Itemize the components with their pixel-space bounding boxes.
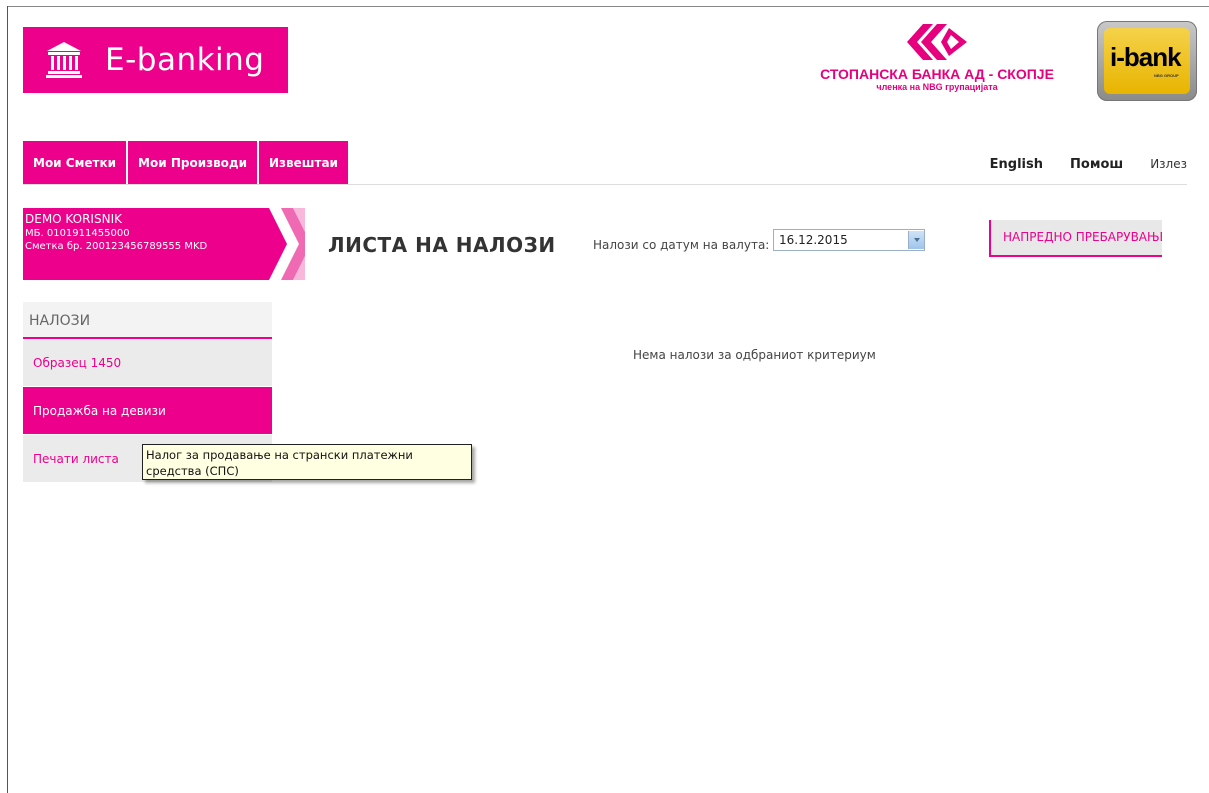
chevron-down-icon	[913, 238, 920, 242]
sidebar-heading: НАЛОЗИ	[23, 302, 272, 339]
tooltip: Налог за продавање на странски платежни …	[142, 444, 472, 480]
empty-orders-message: Нема налози за одбраниот критериум	[633, 348, 876, 362]
ebanking-logo[interactable]: E-banking	[23, 27, 288, 93]
top-links: English Помош Излез	[963, 157, 1187, 172]
ebanking-title: E-banking	[105, 42, 265, 78]
page-title: ЛИСТА НА НАЛОЗИ	[328, 233, 556, 257]
nav-divider	[23, 184, 1187, 185]
advanced-search-button[interactable]: НАПРЕДНО ПРЕБАРУВАЊЕ	[989, 220, 1162, 257]
help-link[interactable]: Помош	[1070, 157, 1123, 172]
date-dropdown-button[interactable]	[908, 231, 924, 249]
ibank-badge: i-bank NBG GROUP	[1097, 21, 1197, 101]
bank-subtitle: членка на NBG групацијата	[876, 82, 998, 92]
date-filter-label: Налози со датум на валута:	[593, 238, 770, 252]
stopanska-logo: СТОПАНСКА БАНКА АД - СКОПЈЕ членка на NB…	[812, 22, 1062, 112]
logout-link[interactable]: Излез	[1150, 157, 1187, 171]
sidebar-item-form-1450[interactable]: Образец 1450	[23, 339, 272, 387]
bank-name: СТОПАНСКА БАНКА АД - СКОПЈЕ	[820, 66, 1054, 82]
nav-my-accounts[interactable]: Мои Сметки	[23, 141, 127, 184]
nav-reports[interactable]: Извештаи	[259, 141, 348, 184]
ibank-label: i-bank	[1110, 42, 1182, 72]
nav-my-products[interactable]: Мои Производи	[128, 141, 258, 184]
bank-building-icon	[46, 42, 82, 78]
english-link[interactable]: English	[990, 157, 1043, 172]
sidebar-item-fx-sale[interactable]: Продажба на девизи	[23, 387, 272, 435]
ibank-badge-face: i-bank NBG GROUP	[1104, 28, 1190, 94]
window-left-border	[7, 6, 8, 793]
user-mb: МБ. 0101911455000	[25, 228, 130, 239]
user-account: Сметка бр. 200123456789555 MKD	[25, 241, 208, 252]
user-name: DEMO KORISNIK	[25, 212, 122, 226]
main-nav: Мои Сметки Мои Производи Извештаи	[23, 141, 350, 184]
window-top-border	[7, 6, 1209, 7]
value-date-input[interactable]: 16.12.2015	[773, 229, 925, 251]
user-info-panel: DEMO KORISNIK МБ. 0101911455000 Сметка б…	[23, 208, 305, 280]
ibank-group-label: NBG GROUP	[1154, 73, 1179, 78]
bank-mark-icon	[907, 24, 967, 60]
